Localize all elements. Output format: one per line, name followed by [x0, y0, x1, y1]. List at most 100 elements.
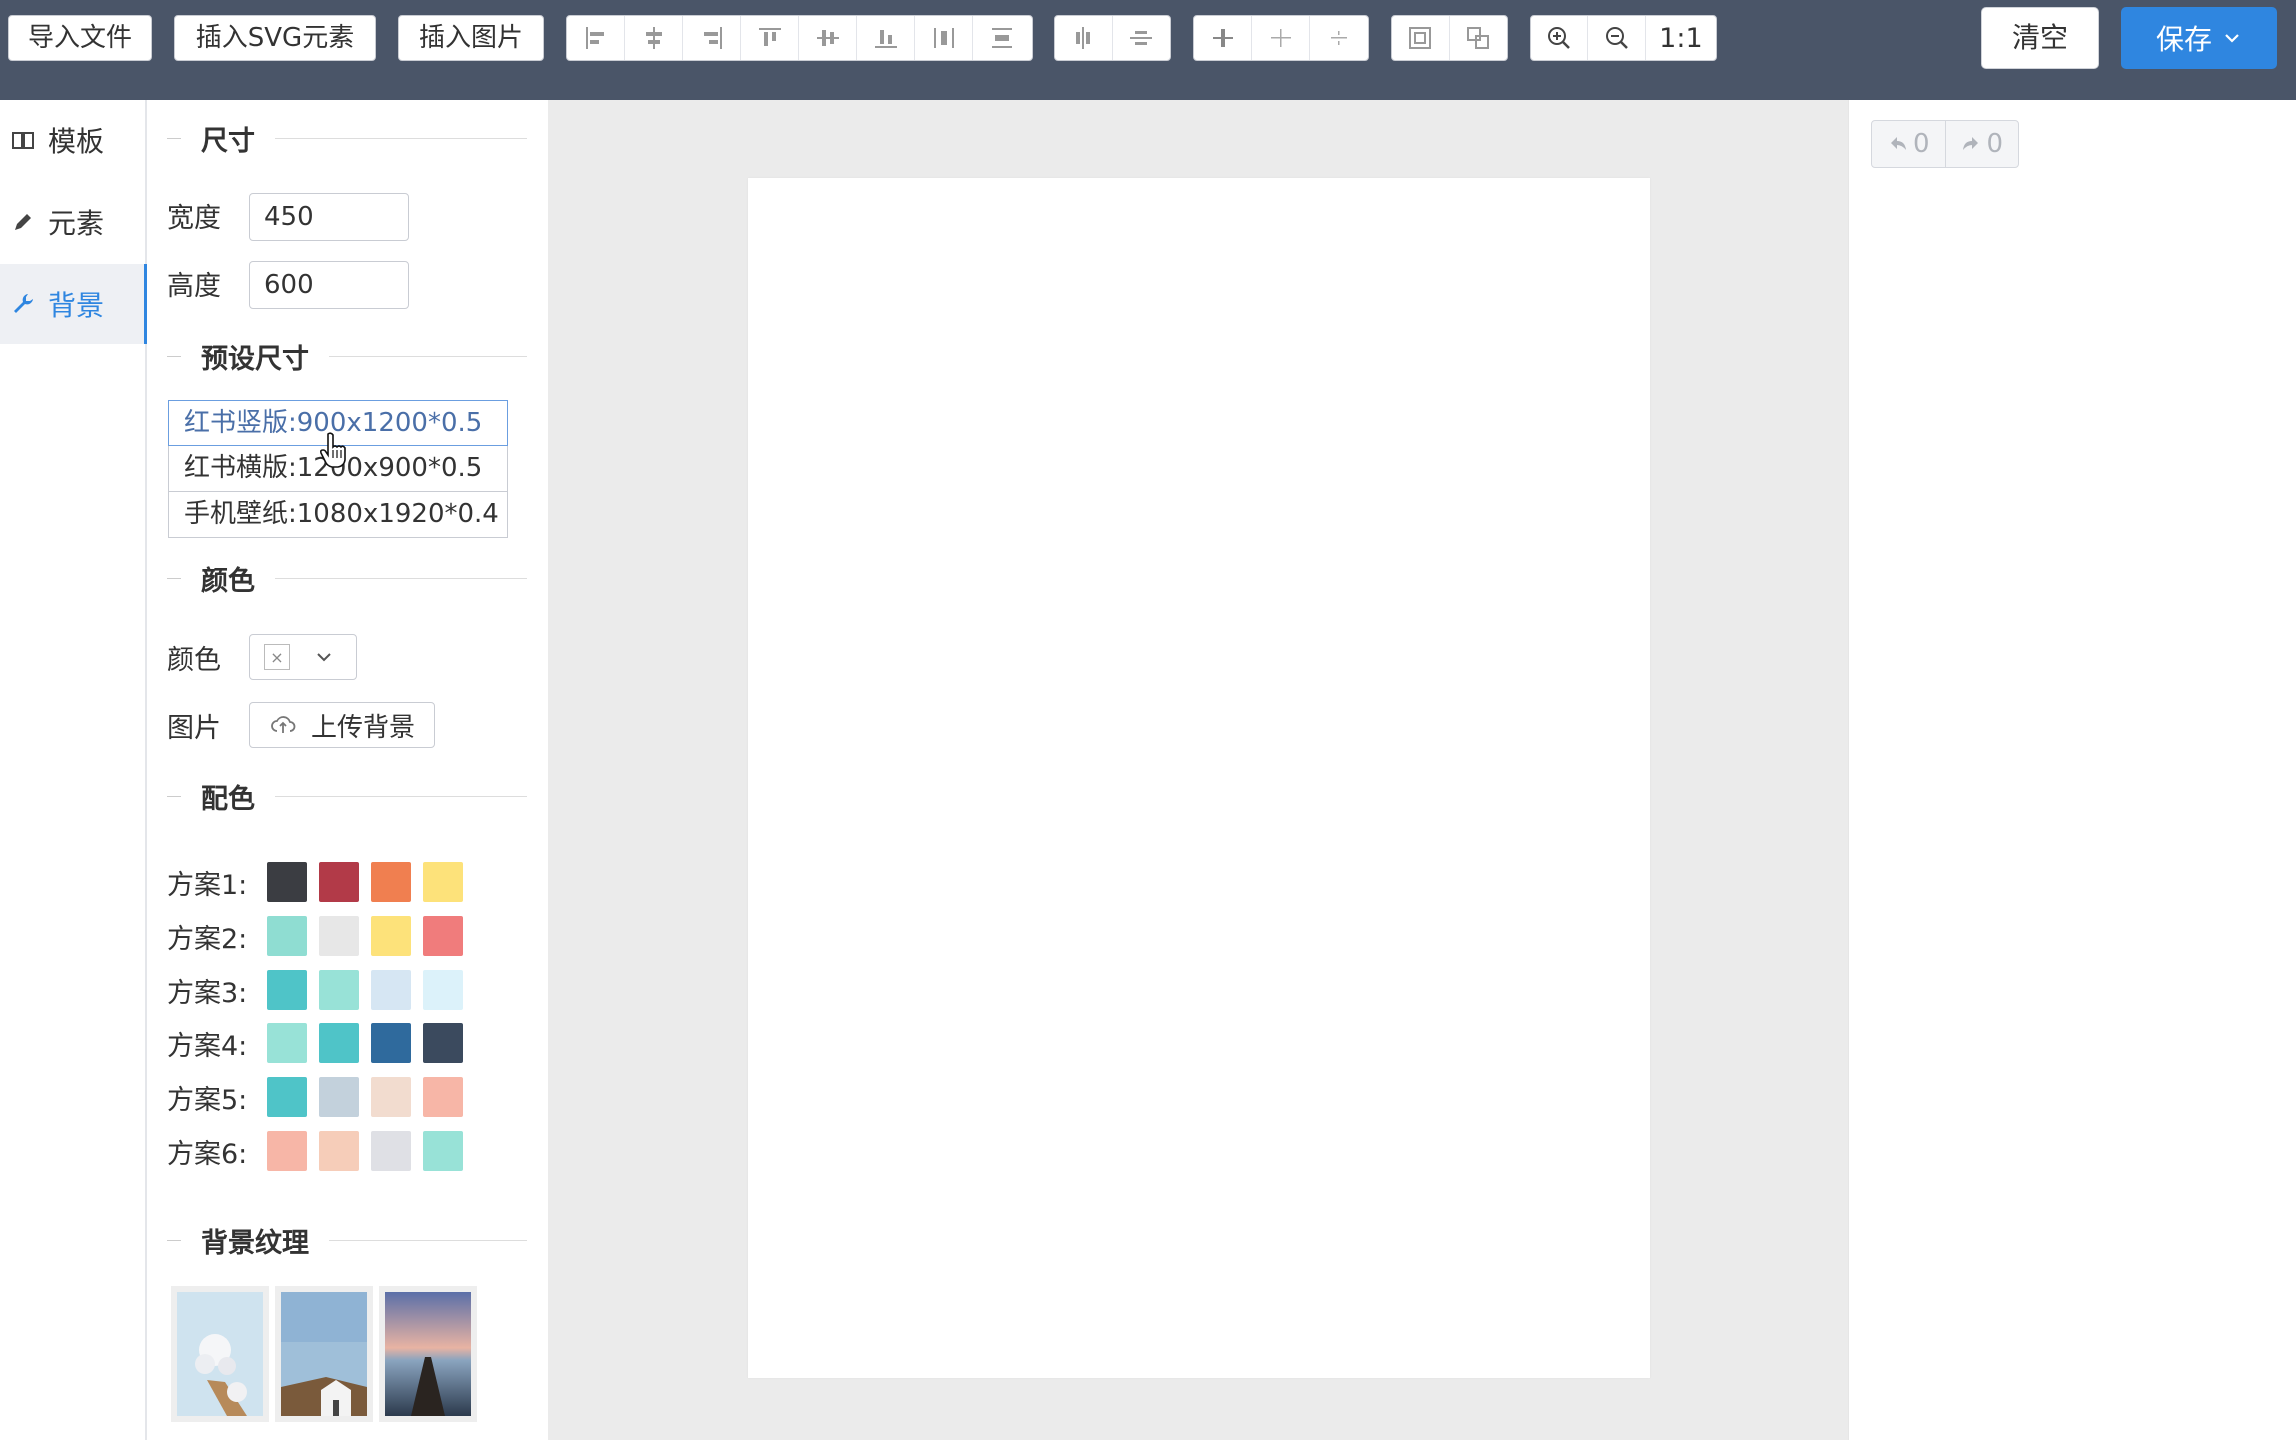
texture-section-title: 背景纹理 — [201, 1227, 309, 1259]
nav-label-templates: 模板 — [48, 125, 105, 158]
clear-button[interactable]: 清空 — [1981, 7, 2099, 69]
color-swatch[interactable] — [319, 1077, 359, 1117]
zoom-reset-button[interactable]: 1:1 — [1646, 16, 1716, 60]
layer-toolbar-group — [1193, 15, 1369, 61]
texture-thumbnail-pier[interactable] — [379, 1286, 477, 1422]
layer-down-icon[interactable] — [1310, 16, 1368, 60]
background-settings-panel: 尺寸 宽度 450 高度 600 预设尺寸 红书竖版:900x1200*0.5 … — [149, 100, 548, 1440]
align-top-icon[interactable] — [741, 16, 799, 60]
texture-thumbnail-cotton[interactable] — [171, 1286, 269, 1422]
save-button[interactable]: 保存 — [2121, 7, 2277, 69]
color-swatch[interactable] — [319, 970, 359, 1010]
flip-vertical-icon[interactable] — [1113, 16, 1171, 60]
group-toolbar-group — [1391, 15, 1508, 61]
book-icon — [12, 132, 34, 149]
color-swatch[interactable] — [371, 1023, 411, 1063]
color-swatch[interactable] — [267, 1077, 307, 1117]
align-toolbar-group — [566, 15, 1033, 61]
color-swatch[interactable] — [423, 916, 463, 956]
color-scheme-label: 方案1: — [167, 869, 248, 901]
hand-pointer-icon — [319, 432, 346, 468]
color-picker[interactable]: × — [249, 634, 357, 680]
ungroup-icon[interactable] — [1450, 16, 1508, 60]
texture-thumbnail-house[interactable] — [275, 1286, 373, 1422]
color-scheme-row: 方案1: — [167, 860, 475, 904]
zoom-toolbar-group: 1:1 — [1530, 15, 1717, 61]
redo-button[interactable]: 0 — [1946, 121, 2019, 167]
artboard-canvas[interactable] — [748, 178, 1650, 1378]
color-swatch[interactable] — [319, 862, 359, 902]
width-label: 宽度 — [167, 203, 221, 234]
width-input[interactable]: 450 — [249, 193, 409, 241]
color-swatch[interactable] — [423, 1077, 463, 1117]
image-label: 图片 — [167, 713, 221, 744]
group-icon[interactable] — [1392, 16, 1450, 60]
color-swatch[interactable] — [423, 862, 463, 902]
color-swatch[interactable] — [267, 1131, 307, 1171]
color-swatch[interactable] — [423, 1131, 463, 1171]
color-swatch[interactable] — [267, 970, 307, 1010]
color-scheme-label: 方案2: — [167, 923, 248, 955]
color-swatch[interactable] — [267, 862, 307, 902]
palette-section-title: 配色 — [201, 783, 255, 815]
color-scheme-row: 方案2: — [167, 914, 475, 958]
color-scheme-label: 方案4: — [167, 1030, 248, 1062]
color-swatch[interactable] — [371, 1077, 411, 1117]
upload-label: 上传背景 — [310, 712, 415, 743]
import-file-button[interactable]: 导入文件 — [8, 15, 152, 61]
align-bottom-icon[interactable] — [857, 16, 915, 60]
size-section-header: 尺寸 — [167, 118, 527, 158]
height-input[interactable]: 600 — [249, 261, 409, 309]
save-label: 保存 — [2155, 23, 2212, 56]
zoom-reset-label: 1:1 — [1659, 22, 1703, 54]
color-swatch[interactable] — [319, 1131, 359, 1171]
color-scheme-row: 方案6: — [167, 1129, 475, 1173]
zoom-in-icon[interactable] — [1531, 16, 1589, 60]
color-swatch[interactable] — [423, 1023, 463, 1063]
insert-svg-button[interactable]: 插入SVG元素 — [174, 15, 376, 61]
color-swatch[interactable] — [423, 970, 463, 1010]
nav-item-templates[interactable]: 模板 — [0, 100, 147, 180]
size-section-title: 尺寸 — [201, 125, 255, 157]
upload-background-button[interactable]: 上传背景 — [249, 702, 435, 748]
align-left-icon[interactable] — [567, 16, 625, 60]
pencil-icon — [15, 214, 31, 230]
color-swatch[interactable] — [267, 1023, 307, 1063]
insert-image-button[interactable]: 插入图片 — [398, 15, 544, 61]
align-right-icon[interactable] — [683, 16, 741, 60]
redo-icon — [1963, 137, 1979, 150]
align-middle-v-icon[interactable] — [799, 16, 857, 60]
flip-horizontal-icon[interactable] — [1055, 16, 1113, 60]
color-scheme-label: 方案5: — [167, 1084, 248, 1116]
color-swatch[interactable] — [371, 916, 411, 956]
palette-section-header: 配色 — [167, 776, 527, 816]
undo-icon — [1890, 137, 1906, 150]
color-section-title: 颜色 — [201, 565, 255, 597]
align-center-h-icon[interactable] — [625, 16, 683, 60]
distribute-v-icon[interactable] — [973, 16, 1031, 60]
cloud-upload-icon — [271, 716, 296, 733]
color-swatch[interactable] — [319, 916, 359, 956]
texture-image — [281, 1292, 367, 1416]
right-properties-panel — [1848, 100, 2296, 1440]
nav-item-background[interactable]: 背景 — [0, 264, 147, 344]
chevron-down-icon — [317, 653, 331, 662]
height-label: 高度 — [167, 271, 221, 302]
preset-option[interactable]: 手机壁纸:1080x1920*0.4 — [168, 492, 508, 538]
layer-center-icon[interactable] — [1252, 16, 1310, 60]
color-swatch[interactable] — [267, 916, 307, 956]
color-label: 颜色 — [167, 645, 221, 676]
texture-section-header: 背景纹理 — [167, 1220, 527, 1260]
color-swatch[interactable] — [371, 1131, 411, 1171]
nav-item-elements[interactable]: 元素 — [0, 182, 147, 262]
preset-section-title: 预设尺寸 — [201, 343, 309, 375]
layer-up-icon[interactable] — [1194, 16, 1252, 60]
undo-button[interactable]: 0 — [1872, 121, 1946, 167]
color-swatch[interactable] — [371, 862, 411, 902]
zoom-out-icon[interactable] — [1588, 16, 1646, 60]
color-swatch[interactable] — [371, 970, 411, 1010]
redo-count: 0 — [1986, 129, 2004, 159]
empty-color-swatch: × — [264, 644, 290, 670]
color-swatch[interactable] — [319, 1023, 359, 1063]
distribute-h-icon[interactable] — [915, 16, 973, 60]
